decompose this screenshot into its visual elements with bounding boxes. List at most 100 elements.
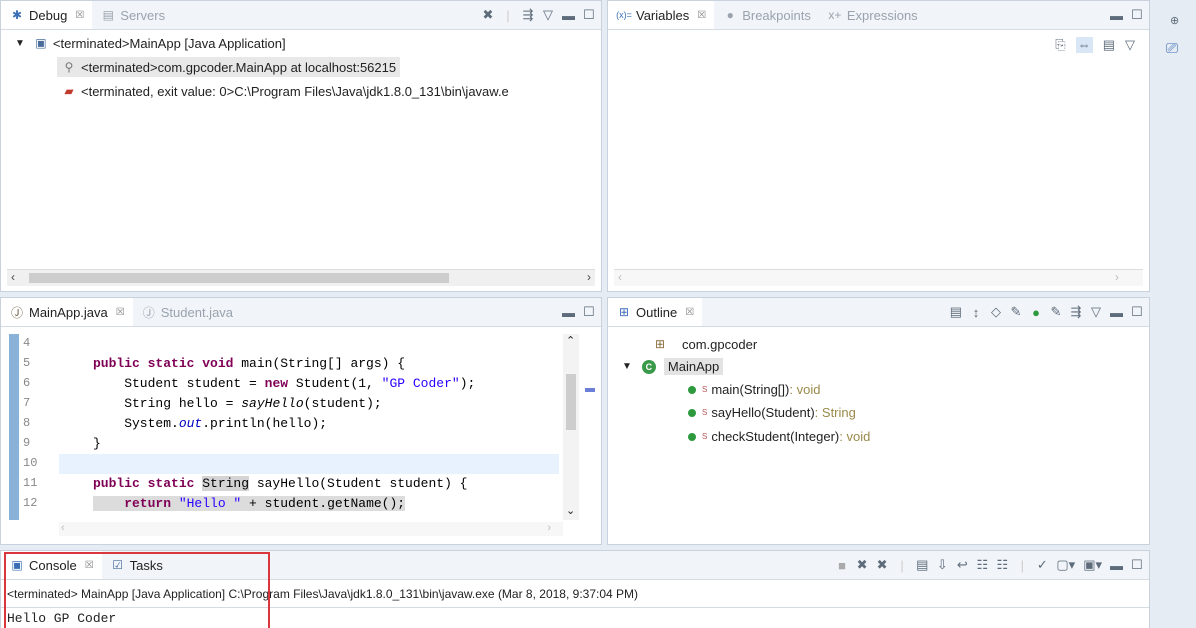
- view-menu-icon[interactable]: ▽: [1090, 304, 1102, 320]
- close-icon[interactable]: ☒: [685, 307, 694, 318]
- code-line-8[interactable]: System.out.println(hello);: [93, 416, 327, 431]
- tab-outline[interactable]: ⊞ Outline ☒: [608, 298, 703, 326]
- code-line-11[interactable]: public static String sayHello(Student st…: [93, 476, 467, 491]
- show-on-output-icon[interactable]: ☷: [976, 557, 989, 573]
- hide-fields-icon[interactable]: ◇: [990, 304, 1002, 320]
- display-console-icon[interactable]: ▢▾: [1056, 557, 1075, 573]
- tab-breakpoints[interactable]: ● Breakpoints: [714, 1, 819, 29]
- line-number: 12: [23, 496, 38, 510]
- remove-launch-icon[interactable]: ✖: [856, 557, 868, 573]
- scroll-thumb[interactable]: [29, 273, 449, 283]
- code-text: );: [459, 376, 476, 391]
- step-icon[interactable]: ⇶: [522, 7, 534, 23]
- scroll-up-icon[interactable]: ⌃: [566, 334, 575, 347]
- editor-tabbar: Ⓙ MainApp.java ☒ Ⓙ Student.java ▬ ☐: [1, 298, 601, 327]
- variables-view: (x)= Variables ☒ ● Breakpoints x+ Expres…: [607, 0, 1150, 292]
- scroll-left-icon[interactable]: ‹: [61, 522, 65, 534]
- maximize-icon[interactable]: ☐: [583, 304, 595, 320]
- outline-class-row[interactable]: ▼ C MainApp: [622, 358, 724, 375]
- outline-minimized-icon[interactable]: ⎚: [1166, 40, 1178, 57]
- method-name: sayHello(Student): [711, 405, 815, 420]
- tab-debug[interactable]: ✱ Debug ☒: [1, 1, 93, 29]
- variables-toolbar: ⎘ ⇔ ▤ ▽: [1055, 37, 1135, 53]
- word-wrap-icon[interactable]: ↩: [956, 557, 968, 573]
- chevron-down-icon[interactable]: ▼: [15, 38, 25, 49]
- editor-hscrollbar[interactable]: ‹ ›: [59, 522, 563, 536]
- scroll-thumb[interactable]: [566, 374, 576, 430]
- method-name: checkStudent(Integer): [711, 429, 840, 444]
- sort-icon[interactable]: ↕: [970, 305, 982, 320]
- editor-vscrollbar[interactable]: ⌃ ⌄: [563, 334, 579, 520]
- view-menu-icon[interactable]: ▽: [542, 7, 554, 23]
- tree-row-debug-target[interactable]: ⚲ <terminated>com.gpcoder.MainApp at loc…: [57, 57, 401, 77]
- collapse-all-icon[interactable]: ⇔: [1075, 37, 1093, 53]
- restore-icon[interactable]: ⊕: [1170, 14, 1179, 27]
- debug-tabbar: ✱ Debug ☒ ▤ Servers ✖ | ⇶ ▽ ▬ ☐: [1, 1, 601, 30]
- scroll-down-icon[interactable]: ⌄: [566, 504, 575, 517]
- code-line-6[interactable]: Student student = new Student(1, "GP Cod…: [93, 376, 475, 391]
- show-on-error-icon[interactable]: ☷: [996, 557, 1009, 573]
- scroll-right-icon[interactable]: ›: [547, 522, 551, 534]
- line-number: 6: [23, 376, 31, 390]
- minimize-icon[interactable]: ▬: [562, 8, 575, 23]
- expressions-icon: x+: [828, 8, 842, 22]
- close-icon[interactable]: ☒: [697, 10, 706, 21]
- tab-student-java[interactable]: Ⓙ Student.java: [133, 298, 241, 326]
- minimize-icon[interactable]: ▬: [562, 305, 575, 320]
- close-icon[interactable]: ☒: [75, 10, 84, 21]
- terminate-icon[interactable]: ■: [836, 558, 848, 573]
- collapse-all-icon[interactable]: ▤: [950, 304, 962, 320]
- maximize-icon[interactable]: ☐: [1131, 304, 1143, 320]
- variables-icon: (x)=: [616, 10, 632, 20]
- show-type-names-icon[interactable]: ⎘: [1055, 37, 1065, 53]
- tab-breakpoints-label: Breakpoints: [742, 7, 811, 23]
- hide-local-types-icon[interactable]: ✎: [1050, 304, 1062, 320]
- scroll-right-icon[interactable]: ›: [1115, 270, 1119, 284]
- remove-terminated-icon[interactable]: ✖: [482, 7, 494, 23]
- scroll-left-icon[interactable]: ‹: [618, 270, 622, 284]
- code-line-9[interactable]: }: [93, 436, 101, 451]
- hide-non-public-icon[interactable]: ●: [1030, 305, 1042, 320]
- close-icon[interactable]: ☒: [116, 307, 125, 318]
- debug-hscrollbar[interactable]: ‹ ›: [7, 269, 595, 286]
- chevron-down-icon[interactable]: ▼: [622, 361, 632, 372]
- open-console-icon[interactable]: ▣▾: [1083, 557, 1102, 573]
- code-keyword: public static void: [93, 356, 242, 371]
- remove-all-terminated-icon[interactable]: ✖: [876, 557, 888, 573]
- outline-method-row[interactable]: S main(String[]) : void: [688, 382, 820, 397]
- tab-mainapp-java[interactable]: Ⓙ MainApp.java ☒: [1, 298, 133, 326]
- maximize-icon[interactable]: ☐: [583, 7, 595, 23]
- highlight-box: [4, 552, 270, 628]
- tab-servers[interactable]: ▤ Servers: [92, 1, 173, 29]
- code-text: Student(1,: [288, 376, 382, 391]
- outline-method-row[interactable]: S sayHello(Student) : String: [688, 405, 856, 420]
- link-editor-icon[interactable]: ⇶: [1070, 304, 1082, 320]
- console-toolbar: ■ ✖ ✖ | ▤ ⇩ ↩ ☷ ☷ | ✓ ▢▾ ▣▾ ▬ ☐: [836, 551, 1143, 579]
- maximize-icon[interactable]: ☐: [1131, 7, 1143, 23]
- tree-row-mainapp-launch[interactable]: ▼ ▣ <terminated>MainApp [Java Applicatio…: [15, 35, 286, 51]
- scroll-right-icon[interactable]: ›: [587, 270, 591, 284]
- minimize-icon[interactable]: ▬: [1110, 8, 1123, 23]
- variables-hscrollbar[interactable]: ‹ ›: [614, 269, 1143, 286]
- tree-row-process[interactable]: ▰ <terminated, exit value: 0>C:\Program …: [61, 83, 508, 99]
- line-number: 10: [23, 456, 38, 470]
- code-line-5[interactable]: public static void main(String[] args) {: [93, 356, 405, 371]
- minimize-icon[interactable]: ▬: [1110, 305, 1123, 320]
- occurrence-marker[interactable]: [585, 388, 595, 392]
- minimize-icon[interactable]: ▬: [1110, 558, 1123, 573]
- code-line-12[interactable]: return "Hello " + student.getName();: [93, 496, 406, 511]
- code-line-7[interactable]: String hello = sayHello(student);: [93, 396, 381, 411]
- outline-package-row[interactable]: ⊞ com.gpcoder: [652, 336, 757, 352]
- layout-icon[interactable]: ▤: [1103, 37, 1115, 53]
- outline-method-row[interactable]: S checkStudent(Integer) : void: [688, 429, 870, 444]
- pin-console-icon[interactable]: ✓: [1036, 557, 1048, 573]
- tab-expressions[interactable]: x+ Expressions: [819, 1, 926, 29]
- tab-variables[interactable]: (x)= Variables ☒: [608, 1, 715, 29]
- scroll-left-icon[interactable]: ‹: [11, 270, 15, 284]
- view-menu-icon[interactable]: ▽: [1125, 37, 1135, 53]
- package-name: com.gpcoder: [682, 336, 758, 352]
- maximize-icon[interactable]: ☐: [1131, 557, 1143, 573]
- hide-static-icon[interactable]: ✎: [1010, 304, 1022, 320]
- clear-console-icon[interactable]: ▤: [916, 557, 928, 573]
- scroll-lock-icon[interactable]: ⇩: [936, 557, 948, 573]
